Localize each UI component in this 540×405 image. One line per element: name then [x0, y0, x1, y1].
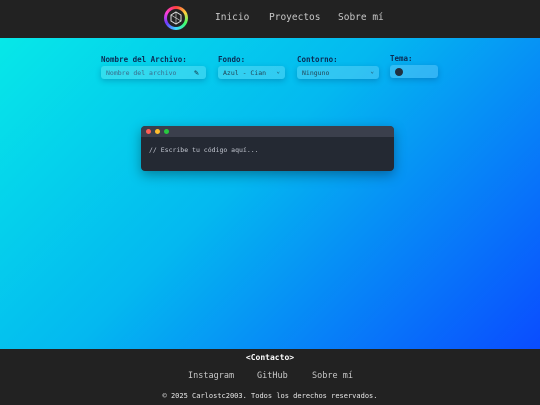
nav-link-inicio[interactable]: Inicio — [215, 12, 249, 23]
outline-select[interactable]: Ninguno ⌄ — [297, 66, 379, 79]
footer-link-github[interactable]: GitHub — [257, 371, 288, 381]
theme-label: Tema: — [390, 54, 413, 63]
outline-value: Ninguno — [302, 69, 330, 77]
footer-link-instagram[interactable]: Instagram — [188, 371, 234, 381]
main-area: Nombre del Archivo: Nombre del archivo ✎… — [0, 38, 540, 349]
filename-input[interactable]: Nombre del archivo ✎ — [101, 66, 206, 79]
footer-link-sobre-mi[interactable]: Sobre mí — [312, 371, 353, 381]
theme-swatch-icon — [395, 68, 403, 76]
code-placeholder[interactable]: // Escribe tu código aquí... — [149, 146, 259, 154]
logo-icon[interactable] — [164, 6, 188, 30]
chevron-down-icon: ⌄ — [370, 68, 374, 75]
chevron-down-icon: ⌄ — [276, 68, 280, 75]
filename-placeholder: Nombre del archivo — [106, 69, 177, 77]
footer-title: <Contacto> — [245, 353, 295, 362]
maximize-dot-icon — [164, 129, 169, 134]
theme-select[interactable] — [390, 65, 438, 78]
code-editor-window[interactable]: // Escribe tu código aquí... — [141, 126, 394, 171]
copyright-text: © 2025 Carlostc2003. Todos los derechos … — [162, 392, 378, 400]
close-dot-icon — [146, 129, 151, 134]
nav-link-sobre-mi[interactable]: Sobre mí — [338, 12, 384, 23]
background-value: Azul - Cian — [223, 69, 267, 77]
editor-title-bar — [141, 126, 394, 137]
outline-label: Contorno: — [297, 55, 338, 64]
top-navbar: Inicio Proyectos Sobre mí — [0, 0, 540, 38]
filename-label: Nombre del Archivo: — [101, 55, 187, 64]
footer: <Contacto> Instagram GitHub Sobre mí © 2… — [0, 349, 540, 405]
background-label: Fondo: — [218, 55, 246, 64]
minimize-dot-icon — [155, 129, 160, 134]
background-select[interactable]: Azul - Cian ⌄ — [218, 66, 285, 79]
pencil-icon: ✎ — [194, 68, 199, 77]
nav-link-proyectos[interactable]: Proyectos — [269, 12, 320, 23]
